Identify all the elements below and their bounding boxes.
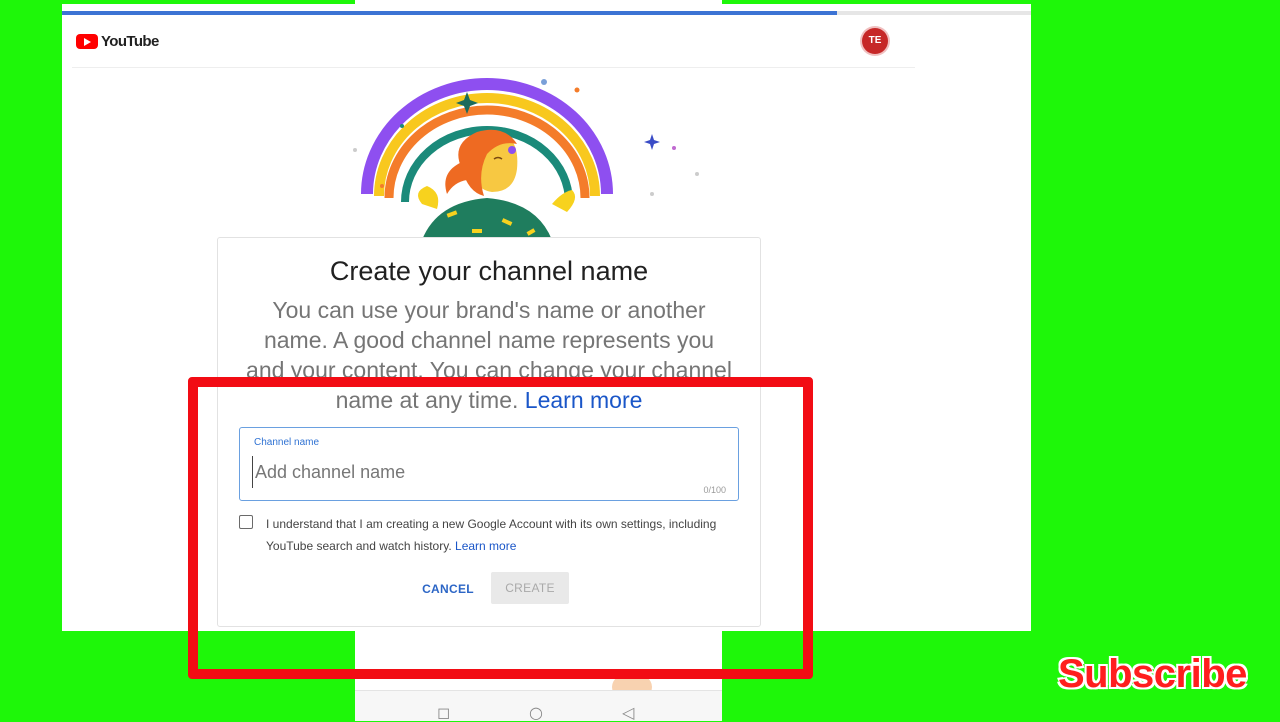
header-divider [72, 67, 915, 68]
youtube-logo[interactable]: YouTube [76, 33, 159, 50]
home-icon[interactable]: ○ [529, 705, 543, 721]
highlight-box [188, 377, 813, 679]
avatar[interactable]: TE [862, 28, 888, 54]
rainbow-illustration [353, 78, 699, 240]
youtube-wordmark: YouTube [101, 33, 159, 50]
progress-bar [62, 11, 1031, 15]
progress-fill [62, 11, 838, 15]
phone-nav-bar: ◻ ○ ◁ [355, 690, 722, 721]
recent-apps-icon[interactable]: ◻ [437, 705, 450, 721]
dialog-title: Create your channel name [329, 256, 649, 286]
youtube-play-icon [76, 34, 98, 49]
back-icon[interactable]: ◁ [622, 705, 634, 721]
subscribe-watermark: Subscribe [1058, 652, 1247, 696]
